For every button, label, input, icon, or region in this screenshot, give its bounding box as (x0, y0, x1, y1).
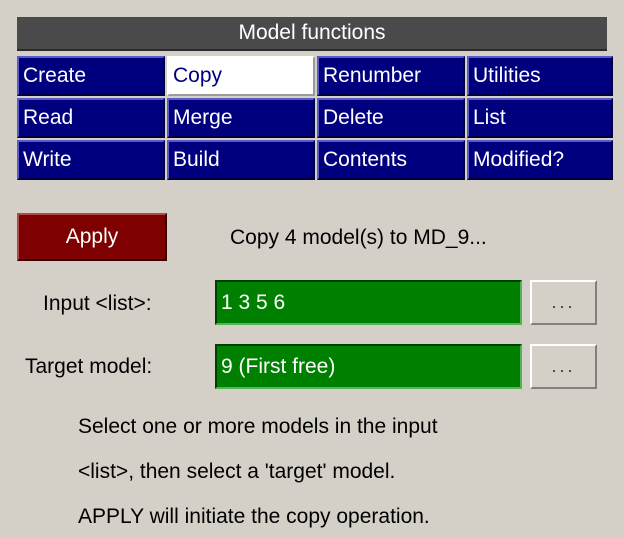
help-line-3: APPLY will initiate the copy operation. (78, 505, 430, 528)
target-model-browse-button[interactable]: ... (530, 344, 597, 389)
model-functions-panel: Model functions Create Copy Renumber Uti… (0, 0, 624, 538)
merge-button[interactable]: Merge (167, 98, 315, 138)
list-button[interactable]: List (467, 98, 613, 138)
input-list-label: Input <list>: (43, 292, 152, 315)
target-model-field[interactable]: 9 (First free) (215, 344, 522, 389)
status-text: Copy 4 model(s) to MD_9... (230, 226, 487, 249)
input-list-field[interactable]: 1 3 5 6 (215, 280, 522, 325)
write-button[interactable]: Write (17, 140, 165, 180)
create-button[interactable]: Create (17, 56, 165, 96)
help-line-2: <list>, then select a 'target' model. (78, 460, 396, 483)
help-line-1: Select one or more models in the input (78, 415, 438, 438)
panel-title: Model functions (17, 17, 607, 51)
delete-button[interactable]: Delete (317, 98, 465, 138)
target-model-label: Target model: (25, 355, 153, 378)
apply-button[interactable]: Apply (17, 213, 167, 261)
input-list-browse-button[interactable]: ... (530, 280, 597, 325)
utilities-button[interactable]: Utilities (467, 56, 613, 96)
build-button[interactable]: Build (167, 140, 315, 180)
renumber-button[interactable]: Renumber (317, 56, 465, 96)
copy-button[interactable]: Copy (167, 56, 315, 96)
read-button[interactable]: Read (17, 98, 165, 138)
modified-button[interactable]: Modified? (467, 140, 613, 180)
contents-button[interactable]: Contents (317, 140, 465, 180)
function-button-grid: Create Copy Renumber Utilities Read Merg… (17, 56, 613, 180)
